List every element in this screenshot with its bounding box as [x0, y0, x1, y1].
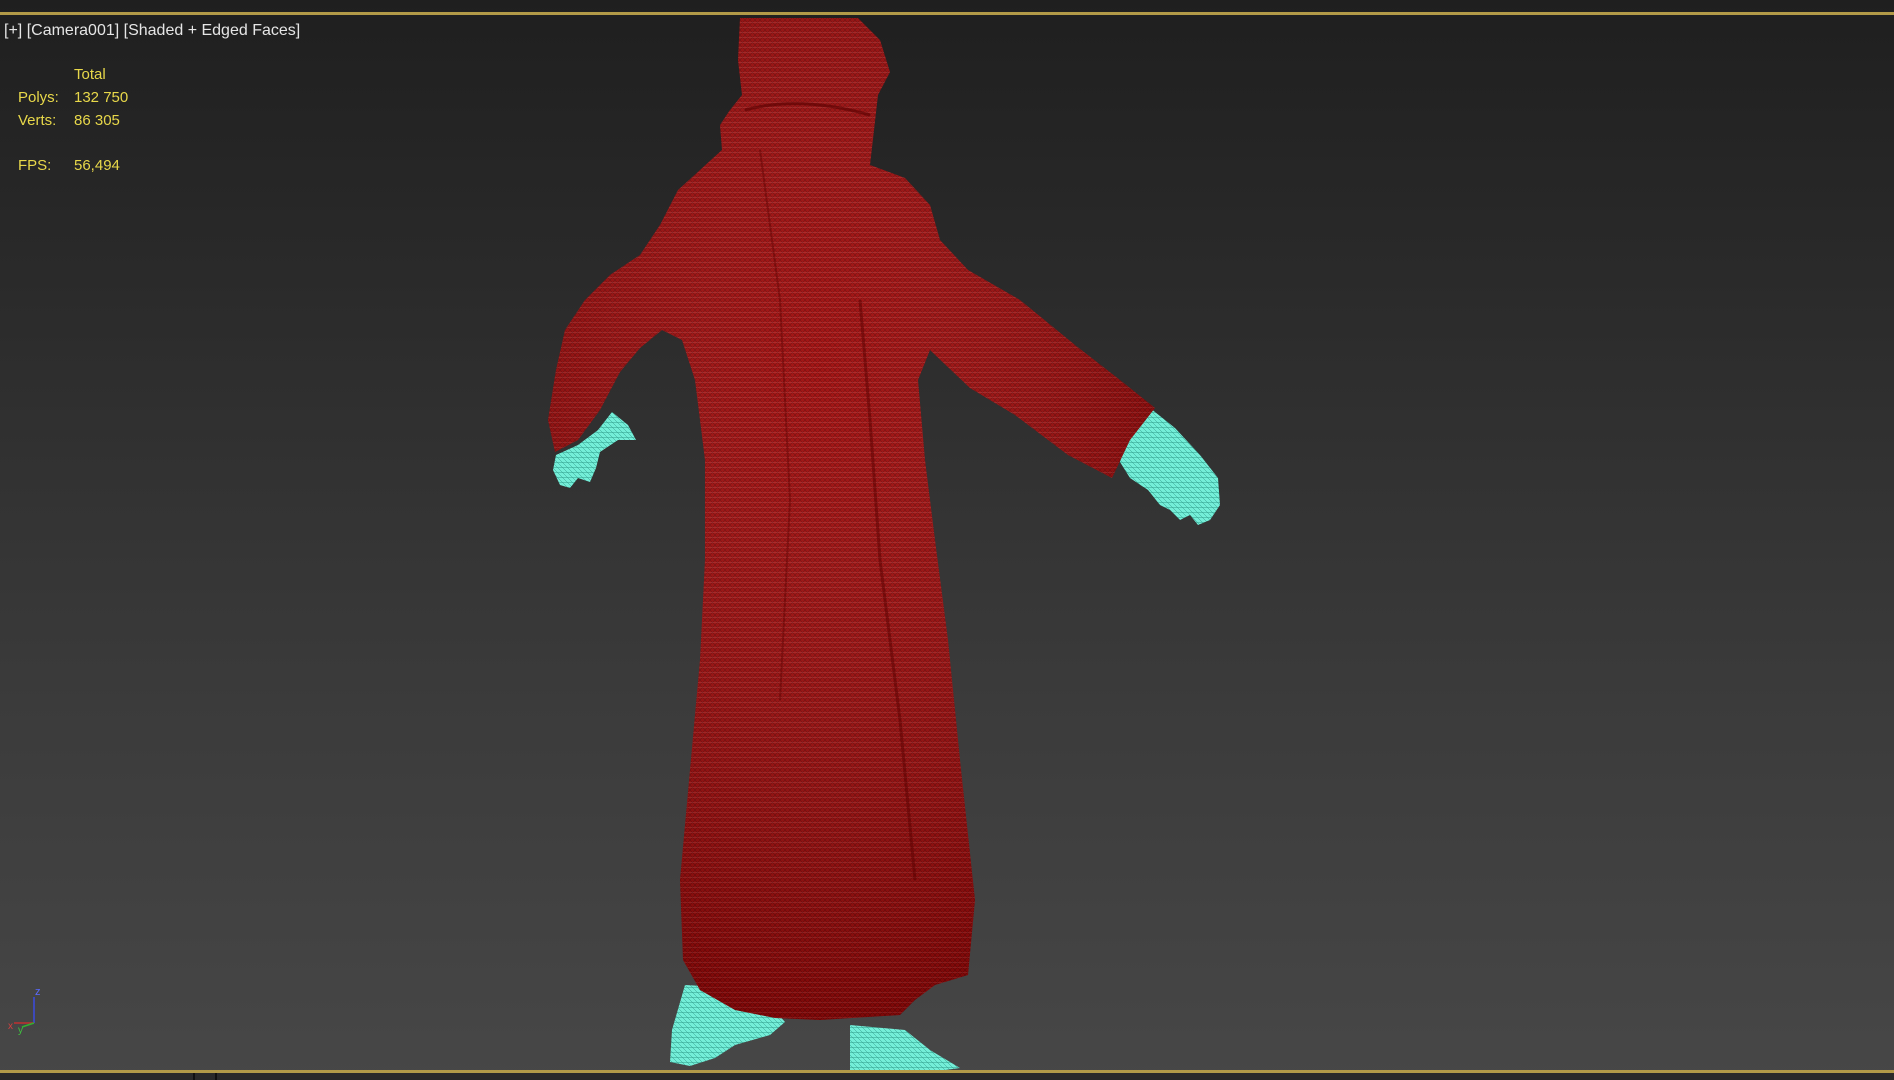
z-axis-label: z: [35, 986, 41, 998]
right-foot-mesh: [850, 1025, 960, 1072]
scene-render: [548, 18, 1220, 1072]
timeline-divider: [215, 1073, 217, 1080]
y-axis-label: y: [18, 1025, 23, 1035]
axis-gizmo: z x y: [6, 985, 46, 1040]
x-axis-label: x: [8, 1021, 13, 1032]
robe-mesh: [548, 18, 1155, 1020]
timeline-strip[interactable]: [0, 1073, 1894, 1080]
timeline-divider: [193, 1073, 195, 1080]
